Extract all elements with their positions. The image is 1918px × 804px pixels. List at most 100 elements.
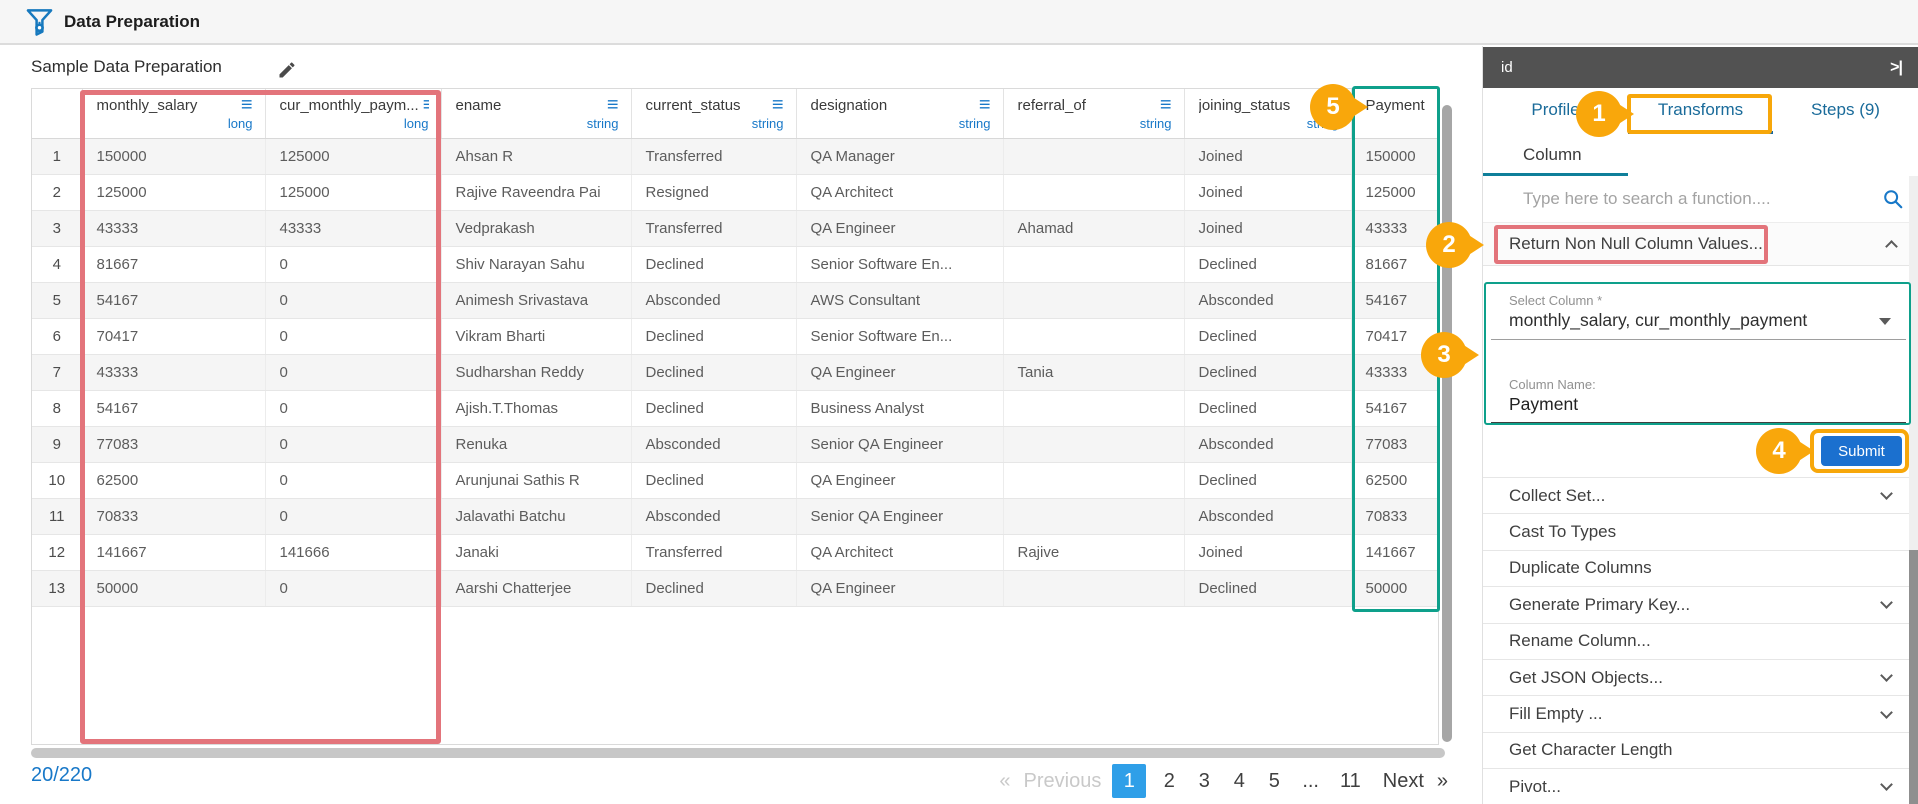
select-caret-down-icon[interactable] <box>1879 318 1891 325</box>
previous-arrow-icon[interactable]: « <box>997 770 1012 793</box>
subtab-column[interactable]: Column <box>1483 134 1918 176</box>
function-item[interactable]: Generate Primary Key... <box>1483 587 1911 623</box>
table-row: 2125000125000Rajive Raveendra PaiResigne… <box>32 174 1438 210</box>
cell-joining_status: Joined <box>1184 210 1351 246</box>
column-menu-icon[interactable]: ≡ <box>979 98 991 113</box>
cell-payment: 77083 <box>1351 426 1438 462</box>
function-item[interactable]: Get JSON Objects... <box>1483 660 1911 696</box>
cell-monthly_salary: 150000 <box>82 138 265 174</box>
tab-transforms[interactable]: Transforms <box>1628 88 1773 134</box>
cell-payment: 141667 <box>1351 534 1438 570</box>
function-item[interactable]: Pivot... <box>1483 769 1911 804</box>
page-2[interactable]: 2 <box>1157 770 1181 793</box>
function-item[interactable]: Get Character Length <box>1483 733 1911 769</box>
previous-button[interactable]: Previous <box>1024 770 1102 793</box>
chevron-down-icon <box>1880 706 1893 719</box>
cell-designation: QA Architect <box>796 534 1003 570</box>
cell-ename: Rajive Raveendra Pai <box>441 174 631 210</box>
column-menu-icon[interactable]: ≡ <box>1327 98 1339 113</box>
function-label: Get Character Length <box>1509 740 1672 760</box>
column-header-current_status[interactable]: current_status≡string <box>631 89 796 138</box>
next-arrow-icon[interactable]: » <box>1435 770 1450 793</box>
column-menu-icon[interactable]: ≡ <box>772 98 784 113</box>
column-header-referral_of[interactable]: referral_of ≡ string <box>1003 89 1184 138</box>
cell-designation: Senior Software En... <box>796 318 1003 354</box>
row-number: 8 <box>32 390 82 426</box>
column-type-label: string <box>1018 116 1172 131</box>
table-vertical-scrollbar[interactable] <box>1442 105 1452 742</box>
cell-designation: QA Engineer <box>796 354 1003 390</box>
cell-joining_status: Joined <box>1184 174 1351 210</box>
table-row: 6704170Vikram BhartiDeclinedSenior Softw… <box>32 318 1438 354</box>
cell-payment: 70417 <box>1351 318 1438 354</box>
cell-current_status: Absconded <box>631 426 796 462</box>
cell-current_status: Declined <box>631 462 796 498</box>
page-3[interactable]: 3 <box>1192 770 1216 793</box>
search-icon[interactable] <box>1882 188 1904 210</box>
column-header-cur_monthly_payment[interactable]: cur_monthly_paym...≡long <box>265 89 441 138</box>
cell-monthly_salary: 54167 <box>82 282 265 318</box>
page-11[interactable]: 11 <box>1335 770 1366 793</box>
select-column-value[interactable]: monthly_salary, cur_monthly_payment <box>1509 310 1807 331</box>
function-item[interactable]: Collect Set... <box>1483 478 1911 514</box>
function-item-return-non-null[interactable]: Return Non Null Column Values... <box>1483 222 1918 266</box>
function-label: Get JSON Objects... <box>1509 668 1663 688</box>
row-number: 2 <box>32 174 82 210</box>
function-label: Pivot... <box>1509 777 1561 797</box>
cell-monthly_salary: 70833 <box>82 498 265 534</box>
function-item[interactable]: Fill Empty ... <box>1483 696 1911 732</box>
submit-button[interactable]: Submit <box>1821 436 1902 466</box>
column-header-joining_status[interactable]: joining_status≡string <box>1184 89 1351 138</box>
subtab-column-label: Column <box>1523 145 1582 165</box>
column-menu-icon[interactable]: ≡ <box>607 98 619 113</box>
tab-profile[interactable]: Profile <box>1483 88 1628 134</box>
column-menu-icon[interactable]: ≡ <box>423 98 429 113</box>
column-header-designation[interactable]: designation≡string <box>796 89 1003 138</box>
cell-cur_monthly_payment: 141666 <box>265 534 441 570</box>
tab-steps[interactable]: Steps (9) <box>1773 88 1918 134</box>
column-type-label: string <box>811 116 991 131</box>
data-preparation-app: Data Preparation ← Sample Data Preparati… <box>0 0 1918 804</box>
cell-joining_status: Absconded <box>1184 282 1351 318</box>
row-number: 11 <box>32 498 82 534</box>
data-table: monthly_salary≡longcur_monthly_paym...≡l… <box>31 88 1439 745</box>
collapse-panel-icon[interactable]: >| <box>1890 59 1902 77</box>
cell-cur_monthly_payment: 0 <box>265 282 441 318</box>
function-item[interactable]: Duplicate Columns <box>1483 551 1911 587</box>
column-menu-icon[interactable]: ≡ <box>241 98 253 113</box>
page-5[interactable]: 5 <box>1262 770 1286 793</box>
cell-ename: Vikram Bharti <box>441 318 631 354</box>
panel-scrollbar[interactable] <box>1909 176 1918 804</box>
panel-scrollbar-thumb[interactable] <box>1909 550 1918 804</box>
table-horizontal-scrollbar[interactable] <box>31 748 1445 758</box>
table-row: 5541670Animesh SrivastavaAbscondedAWS Co… <box>32 282 1438 318</box>
column-name: current_status <box>646 97 741 114</box>
cell-referral_of <box>1003 426 1184 462</box>
selected-column-title: id <box>1501 59 1513 76</box>
function-item[interactable]: Rename Column... <box>1483 624 1911 660</box>
column-header-monthly_salary[interactable]: monthly_salary≡long <box>82 89 265 138</box>
cell-cur_monthly_payment: 0 <box>265 354 441 390</box>
column-header-ename[interactable]: ename≡string <box>441 89 631 138</box>
cell-referral_of <box>1003 246 1184 282</box>
cell-ename: Vedprakash <box>441 210 631 246</box>
page-1[interactable]: 1 <box>1112 764 1146 798</box>
row-number: 13 <box>32 570 82 606</box>
row-number: 4 <box>32 246 82 282</box>
column-menu-icon[interactable]: ≡ <box>1160 98 1172 113</box>
function-search-input[interactable] <box>1523 189 1882 209</box>
row-count: 20/220 <box>31 764 92 787</box>
page-numbers: 12345...11 <box>1112 764 1365 798</box>
function-item[interactable]: Cast To Types <box>1483 514 1911 550</box>
cell-current_status: Absconded <box>631 282 796 318</box>
next-button[interactable]: Next <box>1383 770 1424 793</box>
cell-payment: 150000 <box>1351 138 1438 174</box>
column-name: referral_of <box>1018 97 1086 114</box>
chevron-up-icon[interactable] <box>1885 240 1898 253</box>
page-4[interactable]: 4 <box>1227 770 1251 793</box>
edit-pencil-icon[interactable] <box>277 60 297 80</box>
cell-designation: QA Engineer <box>796 462 1003 498</box>
cell-payment: 50000 <box>1351 570 1438 606</box>
column-name-input[interactable]: Payment <box>1509 394 1578 415</box>
data-preparation-logo-icon <box>26 7 53 37</box>
